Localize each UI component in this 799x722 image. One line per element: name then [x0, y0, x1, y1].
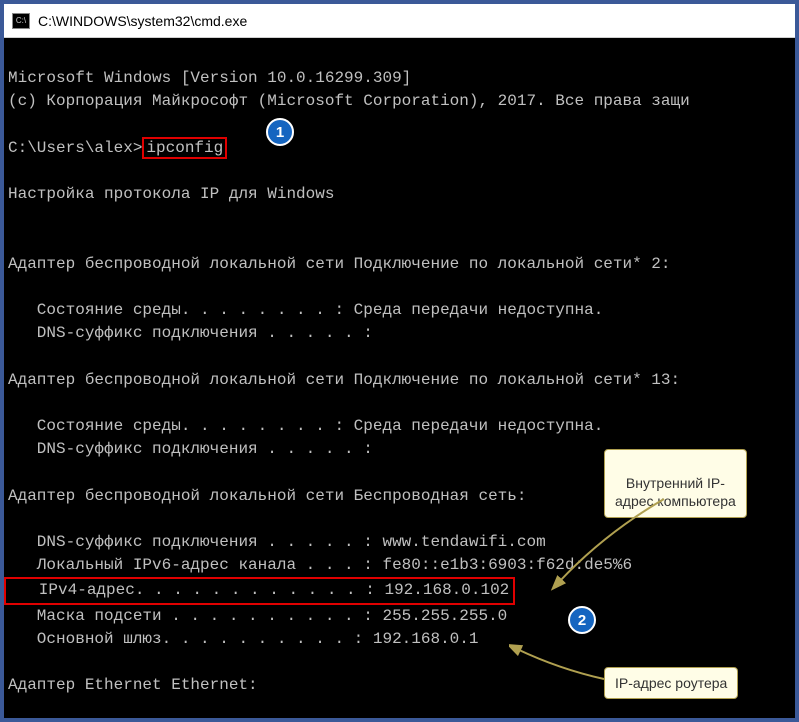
adapter3-title: Адаптер беспроводной локальной сети Бесп… [8, 487, 526, 505]
adapter2-title: Адаптер беспроводной локальной сети Подк… [8, 371, 680, 389]
window-titlebar[interactable]: C:\ C:\WINDOWS\system32\cmd.exe [4, 4, 795, 38]
ipconfig-heading: Настройка протокола IP для Windows [8, 185, 334, 203]
callout-2: 2 [568, 606, 596, 634]
adapter3-mask: Маска подсети . . . . . . . . . . : 255.… [8, 607, 507, 625]
adapter3-gw: Основной шлюз. . . . . . . . . . : 192.1… [8, 630, 478, 648]
adapter3-ipv6: Локальный IPv6-адрес канала . . . : fe80… [8, 556, 632, 574]
command-ipconfig: ipconfig [142, 137, 227, 159]
adapter1-dns: DNS-суффикс подключения . . . . . : [8, 324, 373, 342]
adapter1-title: Адаптер беспроводной локальной сети Подк… [8, 255, 671, 273]
adapter2-media: Состояние среды. . . . . . . . : Среда п… [8, 417, 603, 435]
line-version: Microsoft Windows [Version 10.0.16299.30… [8, 69, 411, 87]
adapter1-media: Состояние среды. . . . . . . . : Среда п… [8, 301, 603, 319]
line-copyright: (c) Корпорация Майкрософт (Microsoft Cor… [8, 92, 690, 110]
annotation-router-ip: IP-адрес роутера [604, 667, 738, 699]
adapter4-title: Адаптер Ethernet Ethernet: [8, 676, 258, 694]
window-title: C:\WINDOWS\system32\cmd.exe [38, 13, 247, 29]
adapter3-dns: DNS-суффикс подключения . . . . . : www.… [8, 533, 546, 551]
terminal-output[interactable]: Microsoft Windows [Version 10.0.16299.30… [4, 38, 795, 718]
prompt: C:\Users\alex> [8, 139, 142, 157]
cmd-window: C:\ C:\WINDOWS\system32\cmd.exe Microsof… [4, 4, 795, 718]
callout-1: 1 [266, 118, 294, 146]
adapter3-ipv4-highlight: IPv4-адрес. . . . . . . . . . . . : 192.… [4, 577, 515, 604]
adapter2-dns: DNS-суффикс подключения . . . . . : [8, 440, 373, 458]
annotation-internal-ip: Внутренний IP- адрес компьютера [604, 449, 747, 518]
cmd-icon: C:\ [12, 13, 30, 29]
